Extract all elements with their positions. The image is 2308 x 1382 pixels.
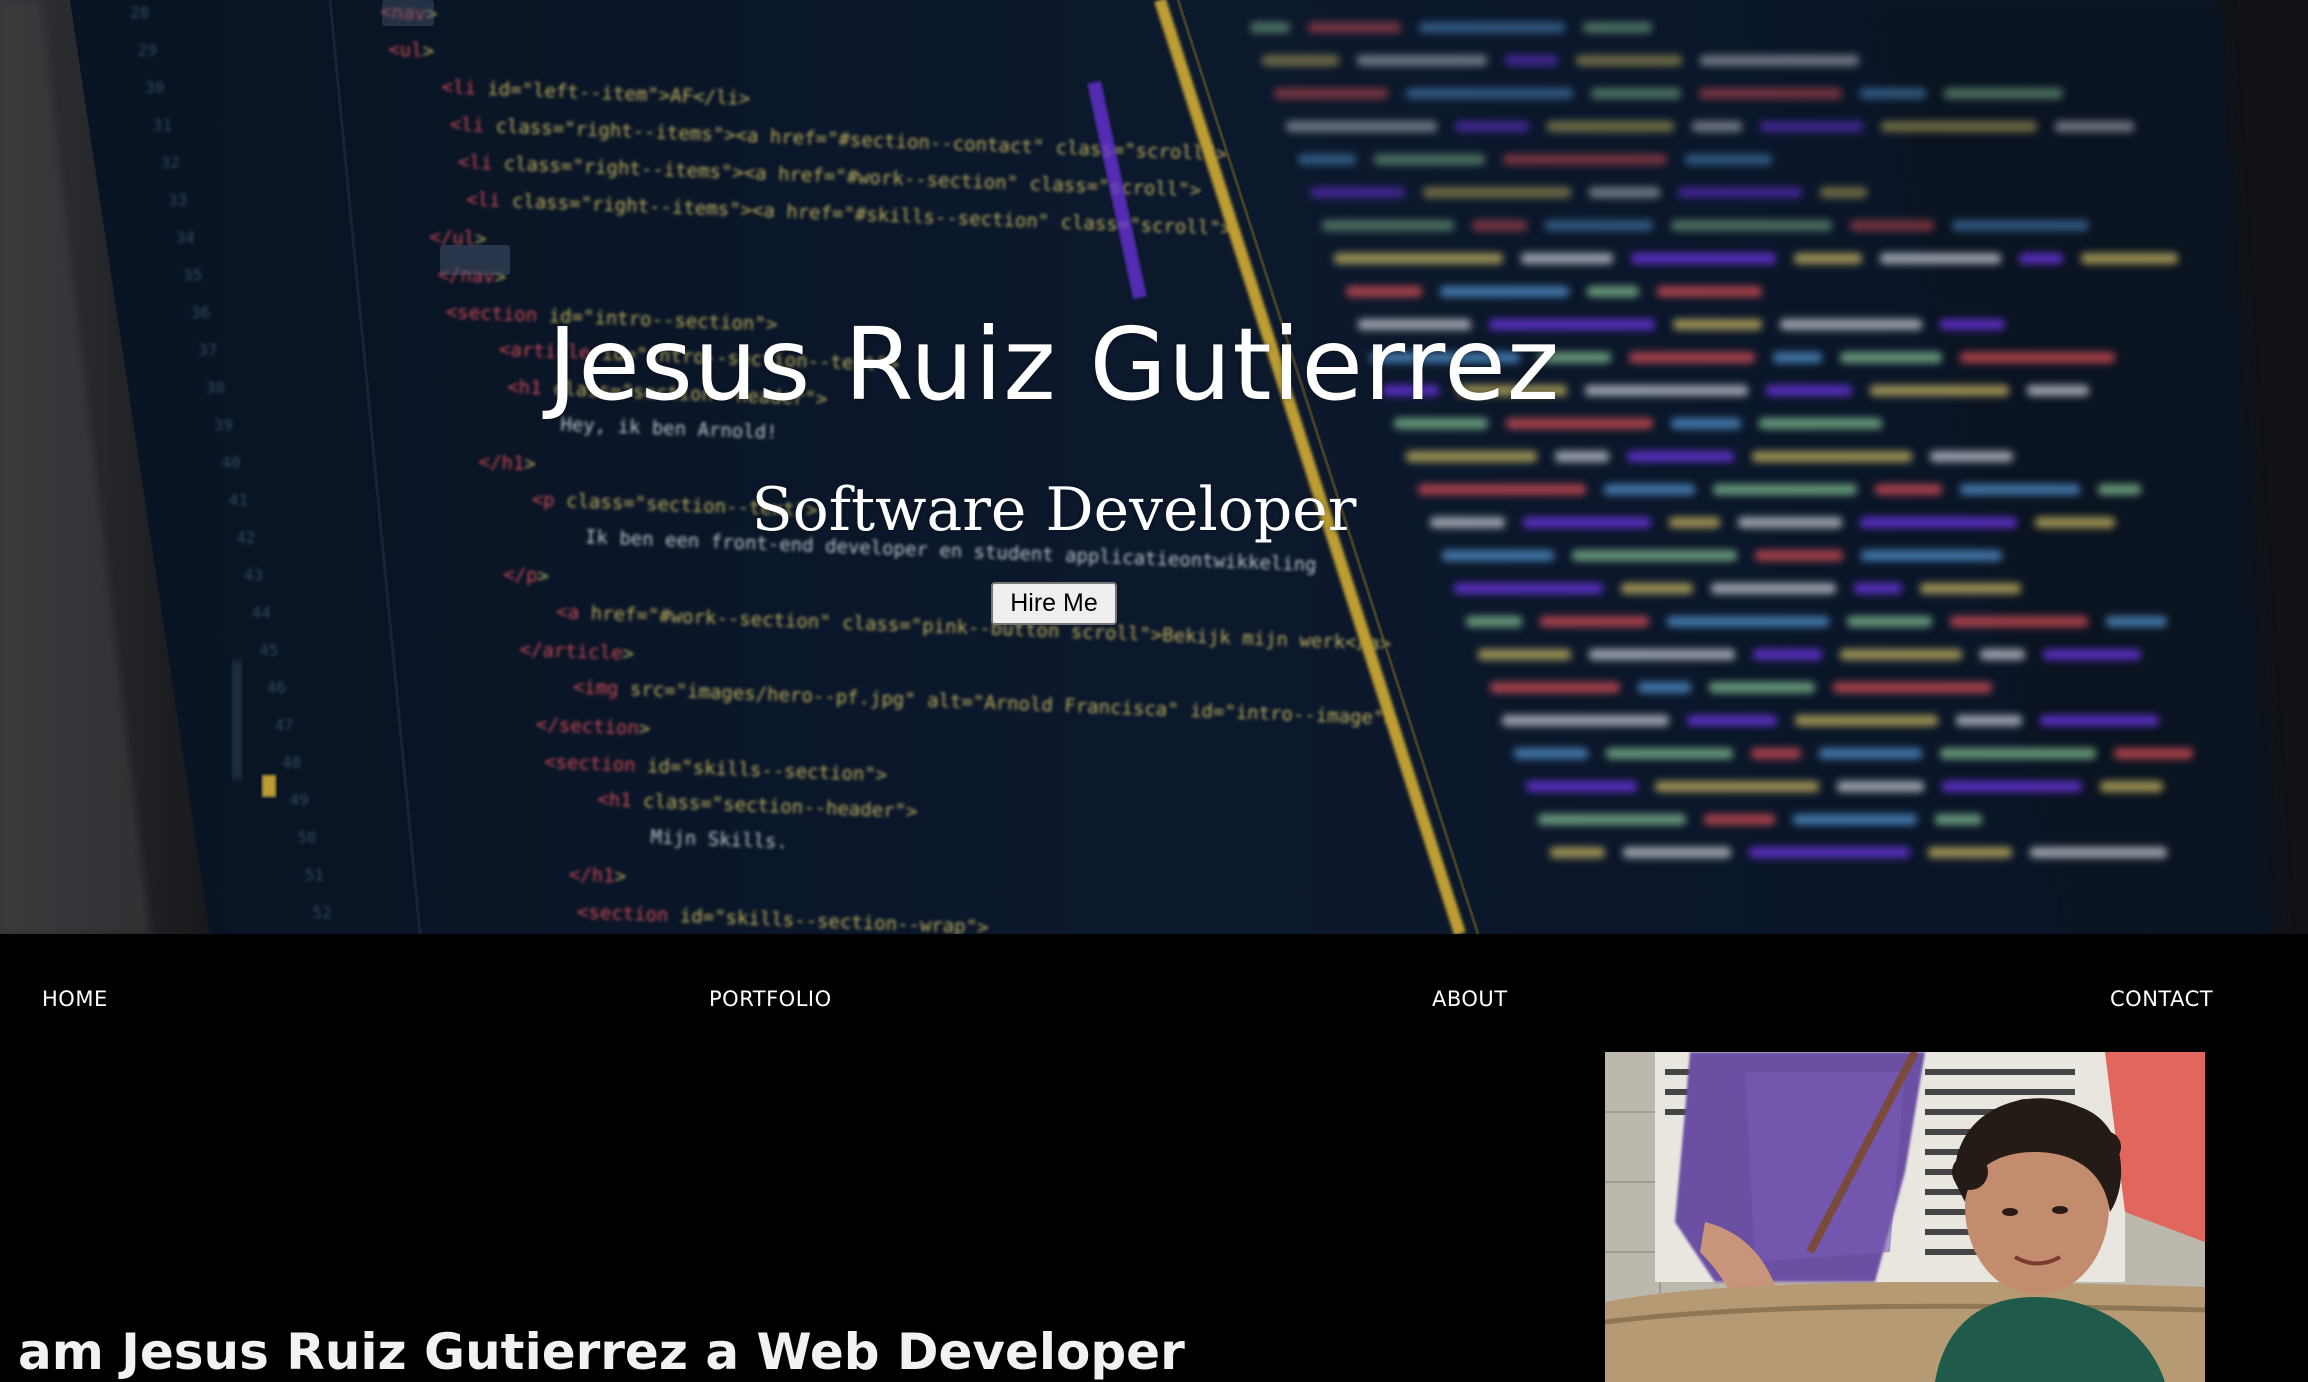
nav-home-link[interactable]: HOME xyxy=(42,985,108,1013)
nav-about-link[interactable]: ABOUT xyxy=(1432,985,1508,1013)
hero-section: 28 29 30 31 32 33 34 35 36 37 38 39 40 41 42 43 44 45 46 47… xyxy=(0,0,2308,934)
about-section: am Jesus Ruiz Gutierrez a Web Developer xyxy=(0,1052,2308,1382)
hire-me-button[interactable]: Hire Me xyxy=(991,582,1117,625)
nav-contact-link[interactable]: CONTACT xyxy=(2110,985,2213,1013)
profile-photo xyxy=(1605,1052,2205,1382)
hero-overlay xyxy=(0,0,2308,934)
main-navigation: HOME PORTFOLIO ABOUT CONTACT xyxy=(0,934,2308,1052)
nav-portfolio-link[interactable]: PORTFOLIO xyxy=(709,985,832,1013)
about-heading: am Jesus Ruiz Gutierrez a Web Developer xyxy=(18,1323,1185,1381)
hero-title: Jesus Ruiz Gutierrez xyxy=(547,306,1561,423)
hero-subtitle: Software Developer xyxy=(751,475,1357,545)
